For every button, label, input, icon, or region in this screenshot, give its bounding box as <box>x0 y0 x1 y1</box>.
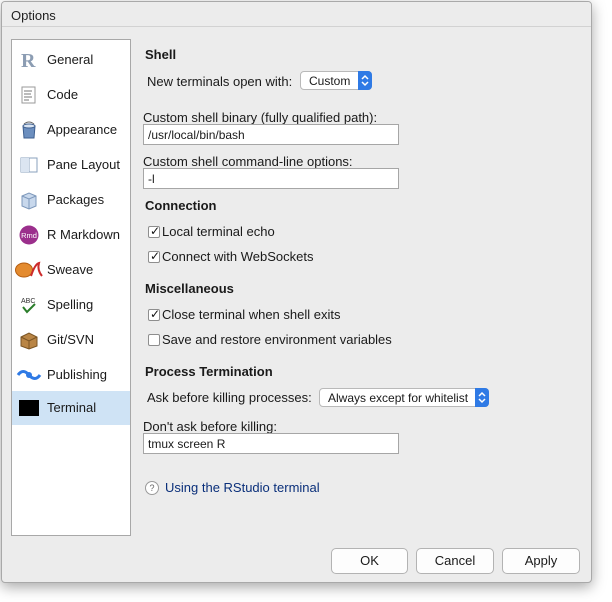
sidebar-item-label: Code <box>47 87 79 102</box>
sidebar-item-label: Git/SVN <box>47 332 94 347</box>
sweave-pdf-icon <box>15 260 43 280</box>
ask-before-killing-label: Ask before killing processes: <box>147 390 312 405</box>
local-echo-checkbox[interactable]: ✓ <box>148 224 161 238</box>
close-terminal-checkbox[interactable]: ✓ <box>148 307 161 321</box>
r-logo-icon: R <box>19 50 39 72</box>
apply-button[interactable]: Apply <box>502 548 580 574</box>
section-heading-shell: Shell <box>145 47 177 62</box>
cancel-button[interactable]: Cancel <box>416 548 494 574</box>
code-document-icon <box>19 85 39 105</box>
shell-binary-value: /usr/local/bin/bash <box>148 128 245 142</box>
checkmark-icon: ✓ <box>150 224 161 238</box>
rmd-icon: Rmd <box>19 225 39 245</box>
sidebar-item-appearance[interactable]: Appearance <box>12 113 130 147</box>
pane-layout-icon <box>19 155 39 175</box>
close-terminal-label: Close terminal when shell exits <box>162 307 341 322</box>
section-heading-miscellaneous: Miscellaneous <box>145 281 234 296</box>
checkmark-icon: ✓ <box>150 307 161 321</box>
title-bar: Options <box>2 2 591 27</box>
sidebar-item-label: Appearance <box>47 122 118 137</box>
sidebar-item-terminal[interactable]: Terminal <box>12 391 130 425</box>
help-icon: ? <box>145 481 159 495</box>
local-echo-label: Local terminal echo <box>162 224 275 239</box>
websockets-checkbox[interactable]: ✓ <box>148 249 161 263</box>
terminal-icon <box>19 400 39 420</box>
ask-before-killing-value: Always except for whitelist <box>328 391 469 405</box>
sidebar-item-sweave[interactable]: Sweave <box>12 253 130 287</box>
sidebar-item-label: Pane Layout <box>47 157 121 172</box>
chevron-updown-icon <box>475 388 489 407</box>
sidebar-item-r-markdown[interactable]: Rmd R Markdown <box>12 218 130 252</box>
sidebar-item-general[interactable]: R General <box>12 43 130 77</box>
sidebar-item-packages[interactable]: Packages <box>12 183 130 217</box>
package-box-icon <box>19 190 39 210</box>
abc-spellcheck-icon: ABC <box>19 295 39 315</box>
svg-text:ABC: ABC <box>21 298 35 305</box>
ok-button[interactable]: OK <box>331 548 408 574</box>
sidebar-item-code[interactable]: Code <box>12 78 130 112</box>
dont-ask-field[interactable]: tmux screen R <box>143 433 399 454</box>
dont-ask-label: Don't ask before killing: <box>143 419 277 434</box>
save-env-checkbox[interactable] <box>148 334 160 346</box>
publish-icon <box>16 365 42 385</box>
save-env-label: Save and restore environment variables <box>162 332 392 347</box>
section-heading-process-termination: Process Termination <box>145 364 273 379</box>
sidebar-item-label: Terminal <box>47 400 97 415</box>
chevron-updown-icon <box>358 71 372 90</box>
sidebar-item-spelling[interactable]: ABC Spelling <box>12 288 130 322</box>
sidebar-item-git-svn[interactable]: Git/SVN <box>12 323 130 357</box>
new-terminals-select[interactable]: Custom <box>300 71 372 90</box>
checkmark-icon: ✓ <box>150 249 161 263</box>
sidebar-item-label: Sweave <box>47 262 94 277</box>
window-title: Options <box>11 8 56 23</box>
sidebar-item-label: General <box>47 52 94 67</box>
options-dialog: Options R General Code Appearance Pane L… <box>1 1 592 583</box>
sidebar-item-publishing[interactable]: Publishing <box>12 358 130 392</box>
section-heading-connection: Connection <box>145 198 217 213</box>
dont-ask-value: tmux screen R <box>148 437 226 451</box>
paint-bucket-icon <box>19 120 39 140</box>
sidebar-item-label: Publishing <box>47 367 107 382</box>
shell-options-value: -l <box>148 172 155 186</box>
git-box-icon <box>19 330 39 350</box>
binary-label: Custom shell binary (fully qualified pat… <box>143 110 378 125</box>
sidebar-item-label: Spelling <box>47 297 94 312</box>
shell-binary-field[interactable]: /usr/local/bin/bash <box>143 124 399 145</box>
sidebar-item-label: Packages <box>47 192 105 207</box>
new-terminals-label: New terminals open with: <box>147 74 293 89</box>
new-terminals-value: Custom <box>309 74 351 88</box>
help-link-terminal[interactable]: Using the RStudio terminal <box>165 480 320 495</box>
options-label: Custom shell command-line options: <box>143 154 353 169</box>
sidebar-item-label: R Markdown <box>47 227 120 242</box>
svg-text:R: R <box>21 50 36 70</box>
sidebar: R General Code Appearance Pane Layout Pa… <box>11 39 131 536</box>
sidebar-item-pane-layout[interactable]: Pane Layout <box>12 148 130 182</box>
ask-before-killing-select[interactable]: Always except for whitelist <box>319 388 489 407</box>
shell-options-field[interactable]: -l <box>143 168 399 189</box>
svg-text:Rmd: Rmd <box>21 231 37 240</box>
websockets-label: Connect with WebSockets <box>162 249 314 264</box>
